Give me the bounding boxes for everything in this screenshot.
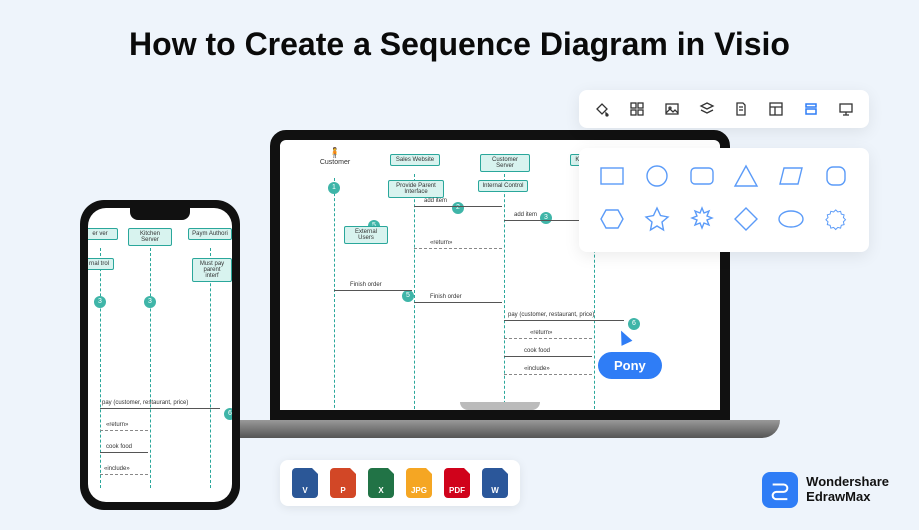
user-tag: Pony — [598, 352, 662, 379]
arrow — [334, 290, 412, 291]
node-provide-parent: Provide Parent Interface — [388, 180, 444, 198]
file-format-bar: V P X JPG PDF W — [280, 460, 520, 506]
step: 3 — [144, 296, 156, 308]
msg-return: «return» — [430, 240, 452, 246]
lifeline-customer: 🧍 Customer — [310, 148, 360, 166]
file-pdf[interactable]: PDF — [444, 468, 470, 498]
step: 6 — [224, 408, 232, 420]
lifeline-label: er ver — [88, 228, 118, 240]
presentation-icon[interactable] — [837, 100, 855, 118]
shape-triangle[interactable] — [731, 162, 761, 195]
msg-add-item: add item — [424, 198, 447, 204]
brand-text: Wondershare EdrawMax — [806, 475, 889, 505]
actor-icon: 🧍 — [310, 148, 360, 159]
file-excel[interactable]: X — [368, 468, 394, 498]
arrow-dashed — [100, 474, 148, 475]
layout-icon[interactable] — [767, 100, 785, 118]
file-visio[interactable]: V — [292, 468, 318, 498]
shape-rounded-rect[interactable] — [687, 162, 717, 195]
shape-parallelogram[interactable] — [776, 162, 806, 195]
shape-circle[interactable] — [642, 162, 672, 195]
brand-line2: EdrawMax — [806, 490, 889, 505]
node: Must pay parent interf — [192, 258, 232, 282]
lifeline-custserver: Customer Server — [480, 154, 530, 172]
lifeline-sales: Sales Website — [390, 154, 440, 166]
shape-star[interactable] — [642, 205, 672, 238]
shape-rounded-square[interactable] — [821, 162, 851, 195]
arrow-dashed — [504, 338, 592, 339]
node: rnal trol — [88, 258, 114, 270]
arrow-dashed — [100, 430, 148, 431]
lifeline-label: Customer — [310, 159, 360, 166]
shapes-panel — [579, 148, 869, 252]
lifeline-line — [414, 174, 415, 414]
lifeline-line — [150, 248, 151, 488]
arrow — [414, 302, 502, 303]
shape-ellipse[interactable] — [776, 205, 806, 238]
lifeline: Kitchen Server — [128, 228, 172, 246]
arrow — [504, 320, 624, 321]
msg-return2: «return» — [530, 330, 552, 336]
step-1: 1 — [328, 182, 340, 194]
msg-include: «include» — [524, 366, 550, 372]
msg-cook: cook food — [524, 348, 550, 354]
arrow-dashed — [504, 374, 592, 375]
msg: «include» — [104, 466, 130, 472]
stack-icon[interactable] — [802, 100, 820, 118]
file-jpg[interactable]: JPG — [406, 468, 432, 498]
shape-diamond[interactable] — [731, 205, 761, 238]
lifeline: Paym Authori — [188, 228, 232, 240]
image-icon[interactable] — [663, 100, 681, 118]
msg-finish2: Finish order — [430, 294, 462, 300]
arrow — [100, 408, 220, 409]
page-title: How to Create a Sequence Diagram in Visi… — [0, 26, 919, 63]
brand: Wondershare EdrawMax — [762, 472, 889, 508]
page-icon[interactable] — [732, 100, 750, 118]
phone-diagram: er ver Kitchen Server Paym Authori rnal … — [88, 208, 232, 502]
step: 3 — [94, 296, 106, 308]
file-word[interactable]: W — [482, 468, 508, 498]
brand-logo-icon — [762, 472, 798, 508]
file-ppt[interactable]: P — [330, 468, 356, 498]
shape-burst[interactable] — [687, 205, 717, 238]
arrow — [100, 452, 148, 453]
grid-icon[interactable] — [628, 100, 646, 118]
shape-seal[interactable] — [821, 205, 851, 238]
shape-hexagon[interactable] — [597, 205, 627, 238]
toolbar-panel — [579, 90, 869, 128]
fill-icon[interactable] — [593, 100, 611, 118]
node-external-users: External Users — [344, 226, 388, 244]
node-internal-control: Internal Control — [478, 180, 528, 192]
lifeline-line — [504, 174, 505, 414]
lifeline-line — [210, 248, 211, 488]
lifeline-line — [334, 178, 335, 418]
msg-pay: pay (customer, restaurant, price) — [508, 312, 594, 318]
msg-finish: Finish order — [350, 282, 382, 288]
step-3: 3 — [540, 212, 552, 224]
msg: pay (customer, restaurant, price) — [102, 400, 188, 406]
arrow — [414, 206, 502, 207]
phone-screen: er ver Kitchen Server Paym Authori rnal … — [88, 208, 232, 502]
brand-line1: Wondershare — [806, 475, 889, 490]
layers-icon[interactable] — [698, 100, 716, 118]
step-6: 6 — [628, 318, 640, 330]
step-2: 2 — [452, 202, 464, 214]
lifeline: er ver — [88, 228, 118, 240]
lifeline-label: Sales Website — [390, 154, 440, 166]
arrow — [504, 356, 592, 357]
lifeline-label: Kitchen Server — [128, 228, 172, 246]
shape-rectangle[interactable] — [597, 162, 627, 195]
cursor-icon — [616, 328, 633, 346]
step-5b: 5 — [402, 290, 414, 302]
msg: cook food — [106, 444, 132, 450]
phone-mockup: er ver Kitchen Server Paym Authori rnal … — [80, 200, 240, 510]
arrow-dashed — [414, 248, 502, 249]
laptop-base — [220, 420, 780, 438]
lifeline-label: Customer Server — [480, 154, 530, 172]
lifeline-label: Paym Authori — [188, 228, 232, 240]
msg: «return» — [106, 422, 128, 428]
msg-add-item2: add item — [514, 212, 537, 218]
